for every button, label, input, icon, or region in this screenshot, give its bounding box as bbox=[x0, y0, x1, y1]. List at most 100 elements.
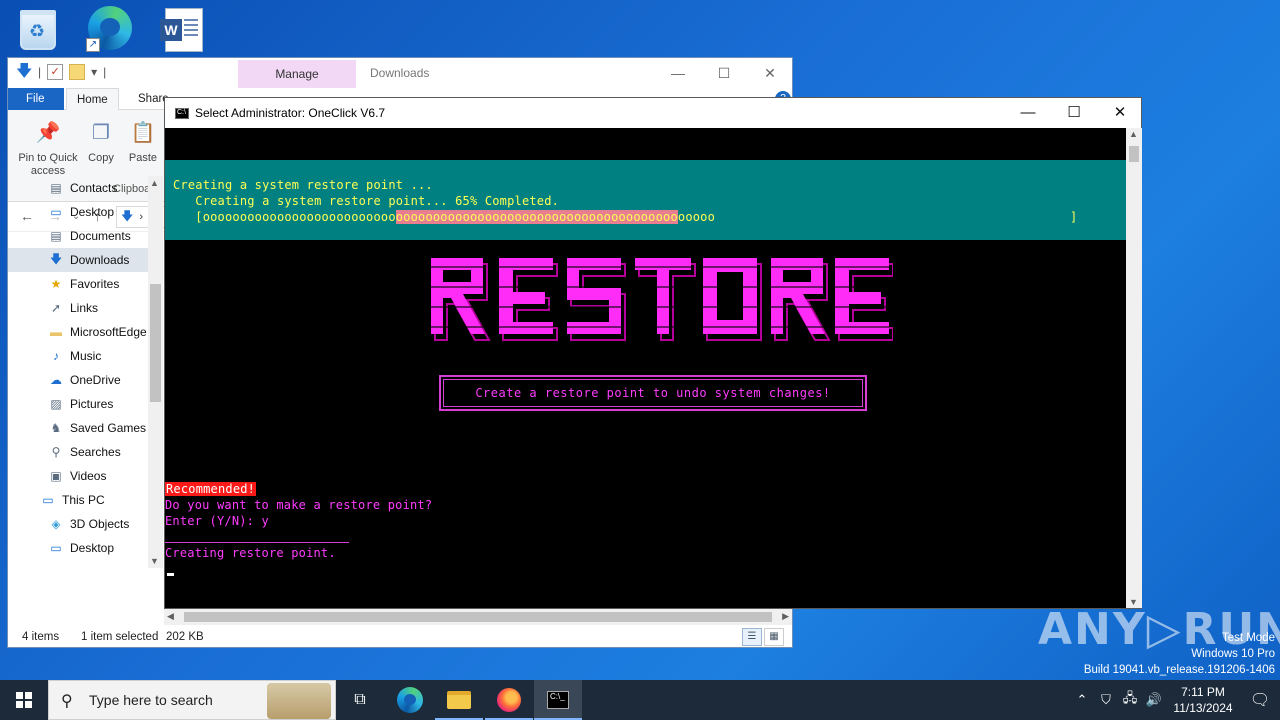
antivirus-icon[interactable]: ⛉ bbox=[1094, 692, 1118, 708]
details-view-icon[interactable]: ☰ bbox=[742, 628, 762, 646]
console-vertical-scrollbar[interactable]: ▲ ▼ bbox=[1126, 128, 1142, 608]
edge-shortcut-icon[interactable]: ↗ bbox=[86, 4, 134, 52]
item-count: 4 items bbox=[22, 631, 60, 643]
sidebar-item[interactable]: ◈ 3D Objects bbox=[8, 512, 163, 536]
word-document-icon[interactable]: W bbox=[160, 6, 208, 54]
network-icon[interactable]: 🖧 bbox=[1118, 689, 1142, 711]
large-icons-view-icon[interactable]: ▦ bbox=[764, 628, 784, 646]
tab-home[interactable]: Home bbox=[66, 88, 119, 110]
properties-icon[interactable]: ✓ bbox=[47, 64, 64, 80]
pin-to-quick-access-button[interactable]: 📌 Pin to Quick access bbox=[12, 118, 84, 178]
sidebar-item-label: This PC bbox=[62, 493, 105, 507]
progress-status-line: Creating a system restore point... 65% C… bbox=[173, 194, 560, 208]
progress-done: oooooooooooooooooooooooooo bbox=[202, 210, 396, 224]
horizontal-scroll-thumb[interactable] bbox=[184, 612, 772, 622]
new-folder-icon[interactable] bbox=[69, 64, 86, 80]
links-icon: ➚ bbox=[50, 301, 62, 315]
sidebar-item-label: Pictures bbox=[70, 397, 114, 411]
paste-button[interactable]: 📋 Paste bbox=[126, 118, 160, 165]
nav-scroll-thumb[interactable] bbox=[150, 284, 161, 402]
folder-icon bbox=[447, 691, 471, 709]
selection-status: 1 item selected bbox=[81, 631, 159, 643]
computer-icon: ▭ bbox=[42, 493, 54, 507]
cmd-icon: C:\_ bbox=[547, 691, 569, 709]
sidebar-item[interactable]: ★ Favorites bbox=[8, 272, 163, 296]
sidebar-item-label: Downloads bbox=[70, 253, 130, 267]
progress-fill: oooooooooooooooooooooooooooooooooooooo bbox=[395, 210, 678, 224]
sidebar-item[interactable]: 🡇 Downloads bbox=[8, 248, 163, 272]
sidebar-item[interactable]: ▭ Desktop bbox=[8, 200, 163, 224]
notification-icon[interactable]: 🗨 bbox=[1240, 690, 1280, 710]
copy-button[interactable]: ❐ Copy bbox=[86, 118, 116, 165]
sidebar-item[interactable]: ▣ Videos bbox=[8, 464, 163, 488]
tagline-box: Create a restore point to undo system ch… bbox=[439, 375, 867, 411]
scroll-up-icon[interactable]: ▲ bbox=[1129, 129, 1138, 139]
yn-prompt: Enter (Y/N): y bbox=[165, 514, 269, 528]
down-arrow-icon[interactable]: 🡇 bbox=[16, 64, 32, 80]
clock[interactable]: 7:11 PM 11/13/2024 bbox=[1166, 684, 1240, 716]
minimize-button[interactable]: — bbox=[655, 62, 701, 84]
build-label: Build 19041.vb_release.191206-1406 bbox=[1083, 664, 1275, 676]
star-icon: ★ bbox=[50, 277, 62, 291]
taskbar-search[interactable]: ⚲ Type here to search bbox=[48, 680, 336, 720]
sidebar-item[interactable]: ▤ Documents bbox=[8, 224, 163, 248]
sidebar-item[interactable]: ➚ Links bbox=[8, 296, 163, 320]
progress-band: Creating a system restore point ... Crea… bbox=[165, 160, 1126, 240]
scroll-up-icon[interactable]: ▲ bbox=[150, 178, 159, 188]
scroll-right-icon[interactable]: ▶ bbox=[782, 611, 789, 622]
scroll-down-icon[interactable]: ▼ bbox=[150, 556, 159, 566]
taskbar-console[interactable]: C:\_ bbox=[534, 680, 582, 720]
task-view-button[interactable]: ⧉ bbox=[336, 680, 384, 720]
sidebar-item-label: MicrosoftEdge bbox=[70, 325, 147, 339]
sidebar-item[interactable]: ▬ MicrosoftEdge bbox=[8, 320, 163, 344]
tab-file[interactable]: File bbox=[8, 88, 64, 110]
close-button[interactable]: ✕ bbox=[747, 62, 793, 84]
chevron-down-icon[interactable]: ▾ bbox=[91, 65, 97, 79]
cube-icon: ◈ bbox=[51, 517, 61, 531]
windows-logo-icon bbox=[16, 692, 32, 708]
creating-status: Creating restore point. bbox=[165, 546, 336, 560]
sidebar-item-label: OneDrive bbox=[70, 373, 121, 387]
system-tray: ⌃ ⛉ 🖧 🔊 7:11 PM 11/13/2024 🗨 bbox=[1070, 680, 1280, 720]
start-button[interactable] bbox=[0, 680, 48, 720]
console-scroll-thumb[interactable] bbox=[1129, 146, 1139, 162]
cmd-icon: C:\ bbox=[175, 108, 189, 119]
recycle-bin-icon[interactable] bbox=[14, 6, 62, 54]
text-cursor bbox=[167, 573, 174, 576]
copy-label: Copy bbox=[88, 152, 114, 164]
edge-icon bbox=[397, 687, 423, 713]
minimize-button[interactable]: — bbox=[1005, 102, 1051, 124]
sidebar-item[interactable]: ▨ Pictures bbox=[8, 392, 163, 416]
sidebar-item[interactable]: ▤ Contacts bbox=[8, 176, 163, 200]
sidebar-item-label: Documents bbox=[70, 229, 131, 243]
sidebar-item[interactable]: ♪ Music bbox=[8, 344, 163, 368]
volume-icon[interactable]: 🔊 bbox=[1142, 692, 1166, 708]
sidebar-item[interactable]: ⚲ Searches bbox=[8, 440, 163, 464]
sidebar-item[interactable]: ▭ Desktop bbox=[8, 536, 163, 560]
test-mode-label: Test Mode bbox=[1221, 632, 1275, 644]
tagline-text: Create a restore point to undo system ch… bbox=[475, 386, 831, 400]
sidebar-item[interactable]: ♞ Saved Games bbox=[8, 416, 163, 440]
explorer-title: Downloads bbox=[370, 66, 430, 80]
maximize-button[interactable]: ☐ bbox=[1051, 102, 1097, 124]
selection-size: 202 KB bbox=[166, 631, 204, 643]
sidebar-item[interactable]: ▭ This PC bbox=[8, 488, 163, 512]
sidebar-item-label: Saved Games bbox=[70, 421, 147, 435]
scroll-left-icon[interactable]: ◀ bbox=[167, 611, 174, 622]
taskbar-edge[interactable] bbox=[386, 680, 434, 720]
console-window: C:\ Select Administrator: OneClick V6.7 … bbox=[164, 97, 1142, 609]
taskbar-firefox[interactable] bbox=[485, 680, 533, 720]
taskbar: ⚲ Type here to search ⧉ C:\_ ⌃ ⛉ 🖧 🔊 7:1… bbox=[0, 680, 1280, 720]
search-icon: ⚲ bbox=[51, 445, 61, 459]
close-button[interactable]: ✕ bbox=[1097, 102, 1143, 124]
manage-tab[interactable]: Manage bbox=[238, 60, 356, 88]
sidebar-item-label: Favorites bbox=[70, 277, 120, 291]
taskbar-file-explorer[interactable] bbox=[435, 680, 483, 720]
horizontal-scrollbar[interactable]: ◀ ▶ bbox=[164, 609, 792, 625]
nav-scrollbar[interactable]: ▲ ▼ bbox=[148, 176, 163, 568]
maximize-button[interactable]: ☐ bbox=[701, 62, 747, 84]
sidebar-item-label: 3D Objects bbox=[70, 517, 130, 531]
chevron-up-icon[interactable]: ⌃ bbox=[1070, 692, 1094, 708]
documents-icon: ▤ bbox=[50, 229, 62, 243]
sidebar-item[interactable]: ☁ OneDrive bbox=[8, 368, 163, 392]
